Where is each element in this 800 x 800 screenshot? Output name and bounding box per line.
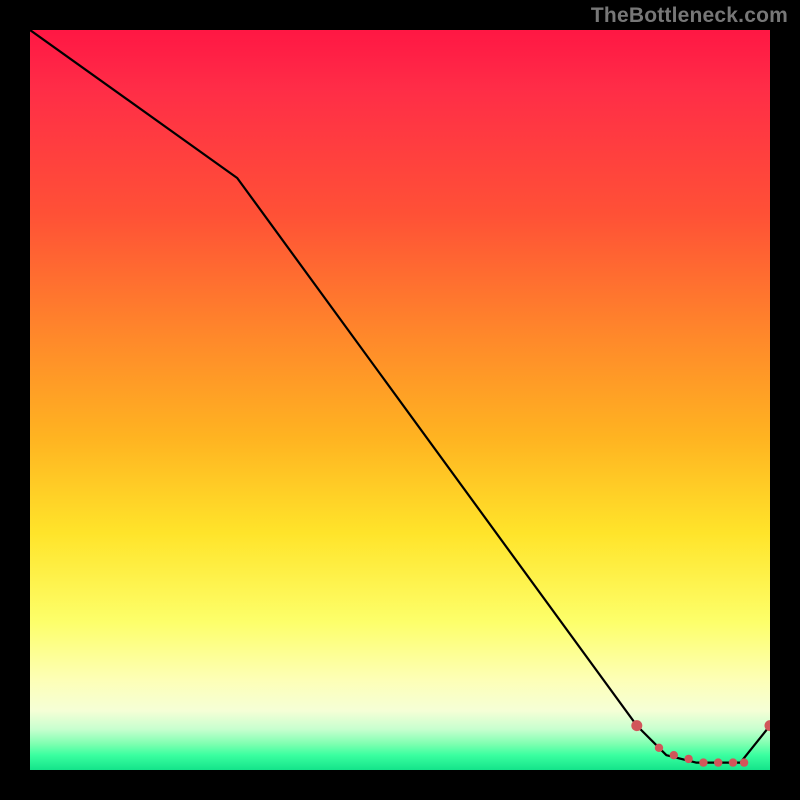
marker-dot [740,758,748,766]
marker-dot [765,720,771,731]
marker-dot [670,751,678,759]
chart-overlay [30,30,770,770]
marker-dot [631,720,642,731]
chart-frame: TheBottleneck.com [0,0,800,800]
marker-dot [699,758,707,766]
marker-dot [729,758,737,766]
marker-dots [631,720,770,767]
marker-dot [655,744,663,752]
attribution-label: TheBottleneck.com [591,4,788,28]
marker-dot [684,755,692,763]
plot-area [30,30,770,770]
curve-line [30,30,770,763]
marker-dot [714,758,722,766]
